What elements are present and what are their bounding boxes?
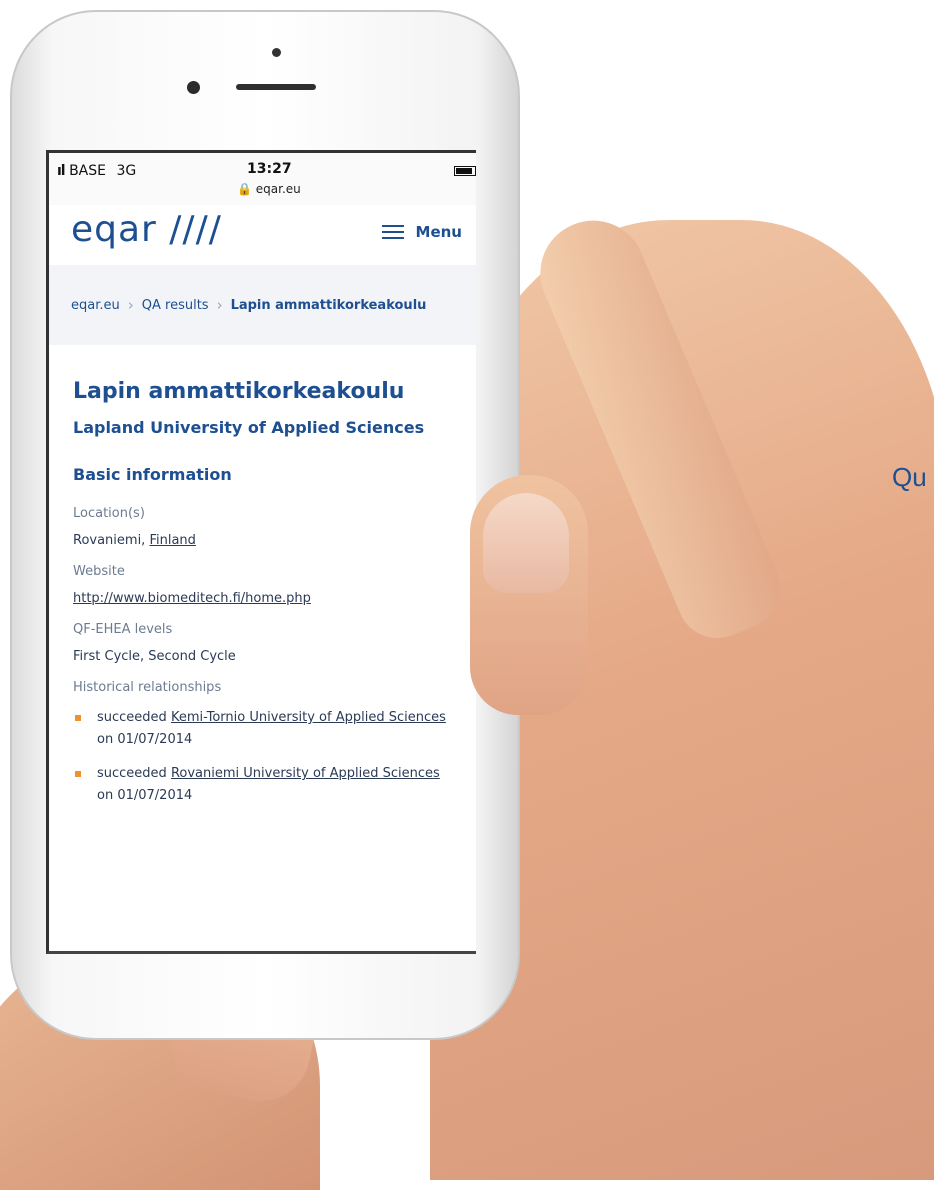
phone-device: ıl BASE 3G 13:27 🔒 eqar.eu eqar //// Men… [10, 10, 520, 1040]
status-time: 13:27 [247, 161, 292, 177]
qf-value: First Cycle, Second Cycle [73, 649, 236, 664]
breadcrumb-item-home[interactable]: eqar.eu [71, 298, 120, 313]
address-url: eqar.eu [255, 182, 301, 196]
website-link[interactable]: http://www.biomeditech.fi/home.php [73, 591, 311, 606]
menu-label: Menu [415, 223, 462, 241]
breadcrumb-item-qa-results[interactable]: QA results [142, 298, 209, 313]
phone-sensor [272, 48, 281, 57]
chevron-right-icon: › [127, 296, 134, 314]
eqar-logo[interactable]: eqar //// [71, 209, 222, 250]
site-header: eqar //// Menu [49, 205, 476, 265]
website-value: http://www.biomeditech.fi/home.php [73, 591, 452, 606]
hamburger-icon [381, 224, 404, 240]
website-label: Website [73, 564, 125, 579]
section-title: Basic information [73, 465, 232, 484]
address-bar[interactable]: 🔒 eqar.eu [237, 182, 301, 196]
carrier-info: ıl BASE 3G [57, 163, 136, 179]
historical-label: Historical relationships [73, 680, 222, 695]
status-bar: ıl BASE 3G 13:27 🔒 eqar.eu [49, 153, 476, 205]
breadcrumb-item-current: Lapin ammattikorkeakoulu [230, 297, 427, 313]
page-subtitle: Lapland University of Applied Sciences [73, 418, 425, 437]
phone-screen: ıl BASE 3G 13:27 🔒 eqar.eu eqar //// Men… [46, 150, 476, 954]
menu-button[interactable]: Menu [381, 223, 462, 241]
breadcrumb: eqar.eu › QA results › Lapin ammattikork… [49, 265, 476, 345]
list-item: succeeded Rovaniemi University of Applie… [73, 763, 452, 807]
phone-speaker [236, 84, 316, 90]
location-country-link[interactable]: Finland [149, 533, 195, 548]
signal-icon: ıl [57, 163, 66, 179]
location-label: Location(s) [73, 506, 145, 521]
side-text: Qu [892, 462, 927, 492]
historical-list: succeeded Kemi-Tornio University of Appl… [73, 707, 452, 807]
phone-camera [187, 81, 200, 94]
lock-icon: 🔒 [237, 182, 252, 196]
location-city: Rovaniemi, [73, 533, 150, 548]
historical-link[interactable]: Kemi-Tornio University of Applied Scienc… [171, 710, 446, 725]
main-content: Lapin ammattikorkeakoulu Lapland Univers… [49, 345, 476, 807]
page-title: Lapin ammattikorkeakoulu [73, 379, 405, 404]
network-type: 3G [116, 163, 137, 179]
right-thumb-nail [483, 493, 569, 593]
carrier-name: BASE [69, 163, 106, 179]
location-value: Rovaniemi, Finland [73, 533, 452, 548]
list-item: succeeded Kemi-Tornio University of Appl… [73, 707, 452, 751]
chevron-right-icon: › [216, 296, 223, 314]
historical-link[interactable]: Rovaniemi University of Applied Sciences [171, 766, 440, 781]
qf-label: QF-EHEA levels [73, 622, 173, 637]
battery-icon [454, 166, 476, 176]
